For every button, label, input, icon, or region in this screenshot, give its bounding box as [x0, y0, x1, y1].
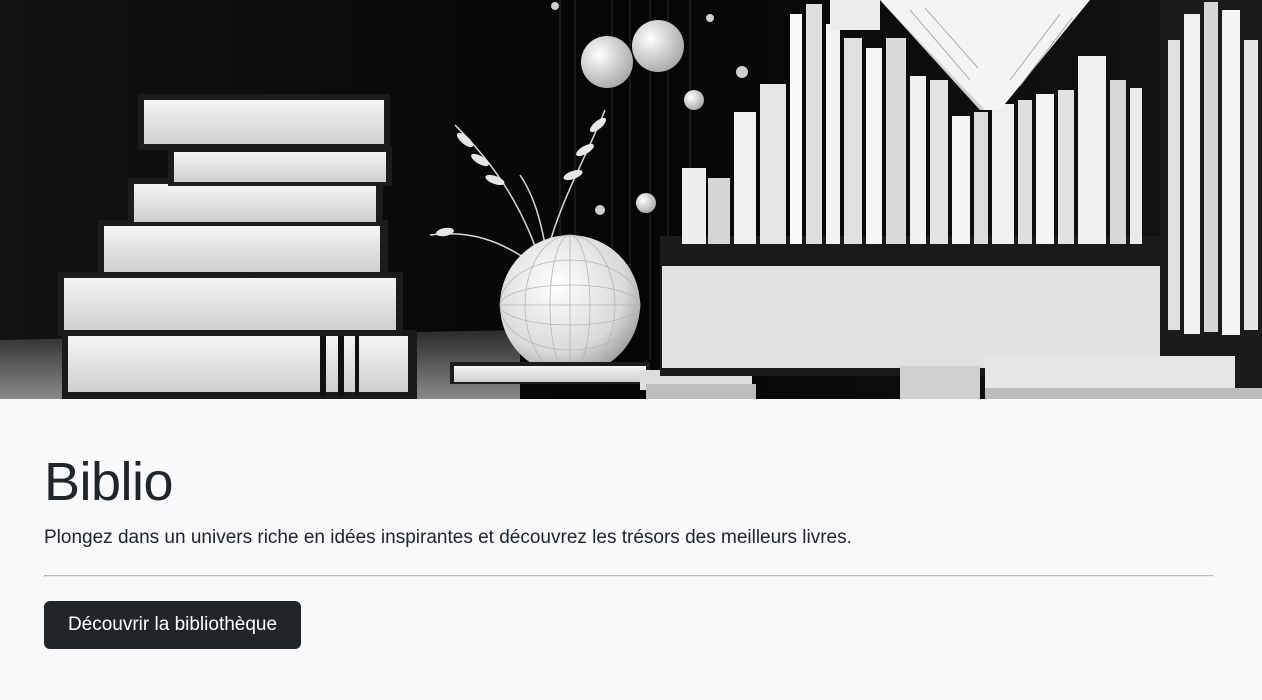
jumbotron: Biblio Plongez dans un univers riche en …	[0, 399, 1262, 700]
page-title: Biblio	[44, 452, 174, 512]
hero-image	[0, 0, 1262, 399]
lead-text: Plongez dans un univers riche en idées i…	[44, 527, 852, 548]
globe-illustration	[499, 234, 641, 376]
divider	[44, 575, 1214, 577]
discover-library-button[interactable]: Découvrir la bibliothèque	[44, 601, 301, 649]
